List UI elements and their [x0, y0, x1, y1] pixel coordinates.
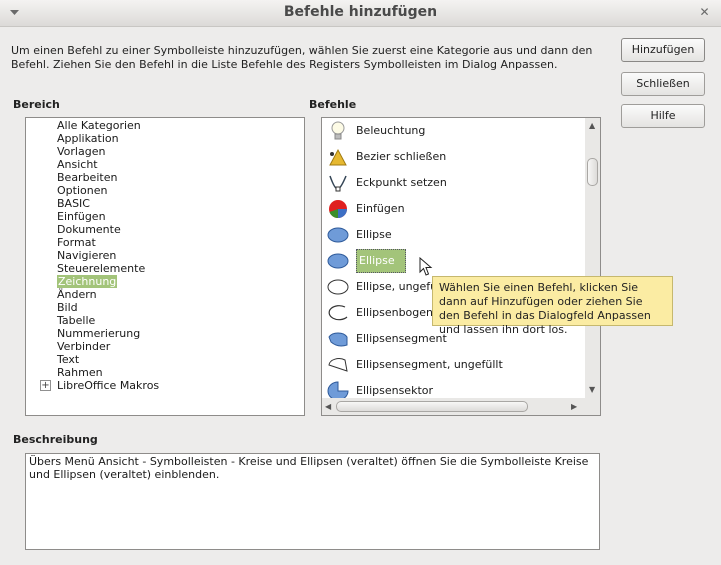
category-item-label: Vorlagen — [57, 145, 106, 158]
corner-point-icon — [329, 175, 347, 192]
category-item[interactable]: Alle Kategorien — [26, 119, 304, 132]
ellipse-segment-outline-icon — [328, 358, 348, 372]
category-item-label: Steuerelemente — [57, 262, 146, 275]
add-button[interactable]: Hinzufügen — [621, 38, 705, 62]
ellipse-filled-icon — [327, 253, 349, 269]
command-item[interactable]: Bezier schließen — [322, 144, 584, 170]
tooltip: Wählen Sie einen Befehl, klicken Sie dan… — [432, 276, 673, 336]
category-item-label: Ändern — [57, 288, 97, 301]
category-item-label: Optionen — [57, 184, 108, 197]
hscroll-thumb[interactable] — [336, 401, 528, 412]
command-item-label: Ellipsensegment, ungefüllt — [356, 358, 503, 371]
category-item-label: Bearbeiten — [57, 171, 118, 184]
window-title: Befehle hinzufügen — [283, 4, 438, 20]
scroll-down-icon[interactable]: ▼ — [589, 385, 595, 395]
scroll-up-icon[interactable]: ▲ — [589, 121, 595, 131]
command-list-hscrollbar[interactable]: ◀ ▶ — [322, 398, 585, 415]
category-item-label: Nummerierung — [57, 327, 141, 340]
category-item-label: LibreOffice Makros — [57, 379, 160, 392]
command-item-label: Beleuchtung — [356, 124, 426, 137]
category-item-label: Zeichnung — [57, 275, 118, 288]
category-item[interactable]: Ansicht — [26, 158, 304, 171]
category-item[interactable]: Text — [26, 353, 304, 366]
command-item-label: Ellipsensektor — [356, 384, 434, 397]
category-item[interactable]: Navigieren — [26, 249, 304, 262]
category-item[interactable]: Ändern — [26, 288, 304, 301]
ellipse-outline-icon — [327, 279, 349, 295]
category-item[interactable]: Steuerelemente — [26, 262, 304, 275]
command-item[interactable]: Ellipsensegment, ungefüllt — [322, 352, 584, 378]
scroll-left-icon[interactable]: ◀ — [325, 402, 331, 412]
category-item[interactable]: BASIC — [26, 197, 304, 210]
command-item-label: Ellipsenbogen — [356, 306, 434, 319]
bezier-close-icon — [329, 148, 347, 166]
category-item-label: Einfügen — [57, 210, 106, 223]
help-button[interactable]: Hilfe — [621, 104, 705, 128]
category-item[interactable]: Dokumente — [26, 223, 304, 236]
command-item[interactable]: Beleuchtung — [322, 118, 584, 144]
command-item[interactable]: Ellipse — [322, 248, 584, 274]
command-item[interactable]: Eckpunkt setzen — [322, 170, 584, 196]
category-item-label: Text — [57, 353, 80, 366]
expand-icon[interactable]: + — [40, 380, 51, 391]
category-label: Bereich — [13, 98, 60, 111]
close-button[interactable]: Schließen — [621, 72, 705, 96]
category-item-label: Dokumente — [57, 223, 121, 236]
category-item[interactable]: Optionen — [26, 184, 304, 197]
category-item-label: Verbinder — [57, 340, 111, 353]
ellipse-segment-icon — [328, 332, 348, 347]
command-item[interactable]: Ellipse — [322, 222, 584, 248]
command-list-vscrollbar[interactable]: ▲ ▼ — [585, 118, 600, 398]
ellipse-arc-icon — [328, 305, 348, 321]
category-item[interactable]: Zeichnung — [26, 275, 304, 288]
commands-label: Befehle — [309, 98, 357, 111]
category-item[interactable]: + LibreOffice Makros — [26, 379, 304, 392]
vscroll-thumb[interactable] — [587, 158, 598, 186]
command-list[interactable]: Beleuchtung Bezier schließen Eckpunkt setz… — [321, 117, 601, 416]
category-item[interactable]: Applikation — [26, 132, 304, 145]
category-list[interactable]: Alle Kategorien Applikation Vorlagen Ansich… — [25, 117, 305, 416]
category-item-label: Bild — [57, 301, 78, 314]
insert-chart-icon — [329, 200, 347, 219]
command-item-label: Einfügen — [356, 202, 405, 215]
command-item-label: Eckpunkt setzen — [356, 176, 447, 189]
category-item[interactable]: Nummerierung — [26, 327, 304, 340]
category-item-label: Navigieren — [57, 249, 117, 262]
command-item-label: Ellipse — [356, 228, 392, 241]
category-item[interactable]: Verbinder — [26, 340, 304, 353]
close-icon[interactable]: ✕ — [698, 6, 711, 19]
category-item[interactable]: Vorlagen — [26, 145, 304, 158]
mouse-pointer-icon — [419, 257, 433, 276]
title-bar: Befehle hinzufügen ✕ — [0, 0, 721, 27]
scroll-corner — [585, 398, 600, 415]
command-item[interactable]: Einfügen — [322, 196, 584, 222]
category-item-label: Rahmen — [57, 366, 103, 379]
category-item[interactable]: Bearbeiten — [26, 171, 304, 184]
intro-text: Um einen Befehl zu einer Symbolleiste hi… — [11, 44, 593, 71]
category-item-label: Applikation — [57, 132, 119, 145]
category-item[interactable]: Bild — [26, 301, 304, 314]
category-item[interactable]: Tabelle — [26, 314, 304, 327]
ellipse-filled-icon — [327, 227, 349, 243]
description-box: Übers Menü Ansicht - Symbolleisten - Kre… — [25, 453, 600, 550]
category-item-label: Tabelle — [57, 314, 96, 327]
description-label: Beschreibung — [13, 433, 98, 446]
command-item-label: Ellipse — [356, 249, 406, 273]
command-item-label: Ellipsensegment — [356, 332, 447, 345]
scroll-right-icon[interactable]: ▶ — [571, 402, 577, 412]
category-item-label: Alle Kategorien — [57, 119, 141, 132]
command-item-label: Bezier schließen — [356, 150, 447, 163]
category-item[interactable]: Rahmen — [26, 366, 304, 379]
lightbulb-icon — [331, 121, 345, 140]
category-item[interactable]: Einfügen — [26, 210, 304, 223]
category-item-label: Ansicht — [57, 158, 98, 171]
category-item-label: BASIC — [57, 197, 90, 210]
category-item[interactable]: Format — [26, 236, 304, 249]
category-item-label: Format — [57, 236, 96, 249]
